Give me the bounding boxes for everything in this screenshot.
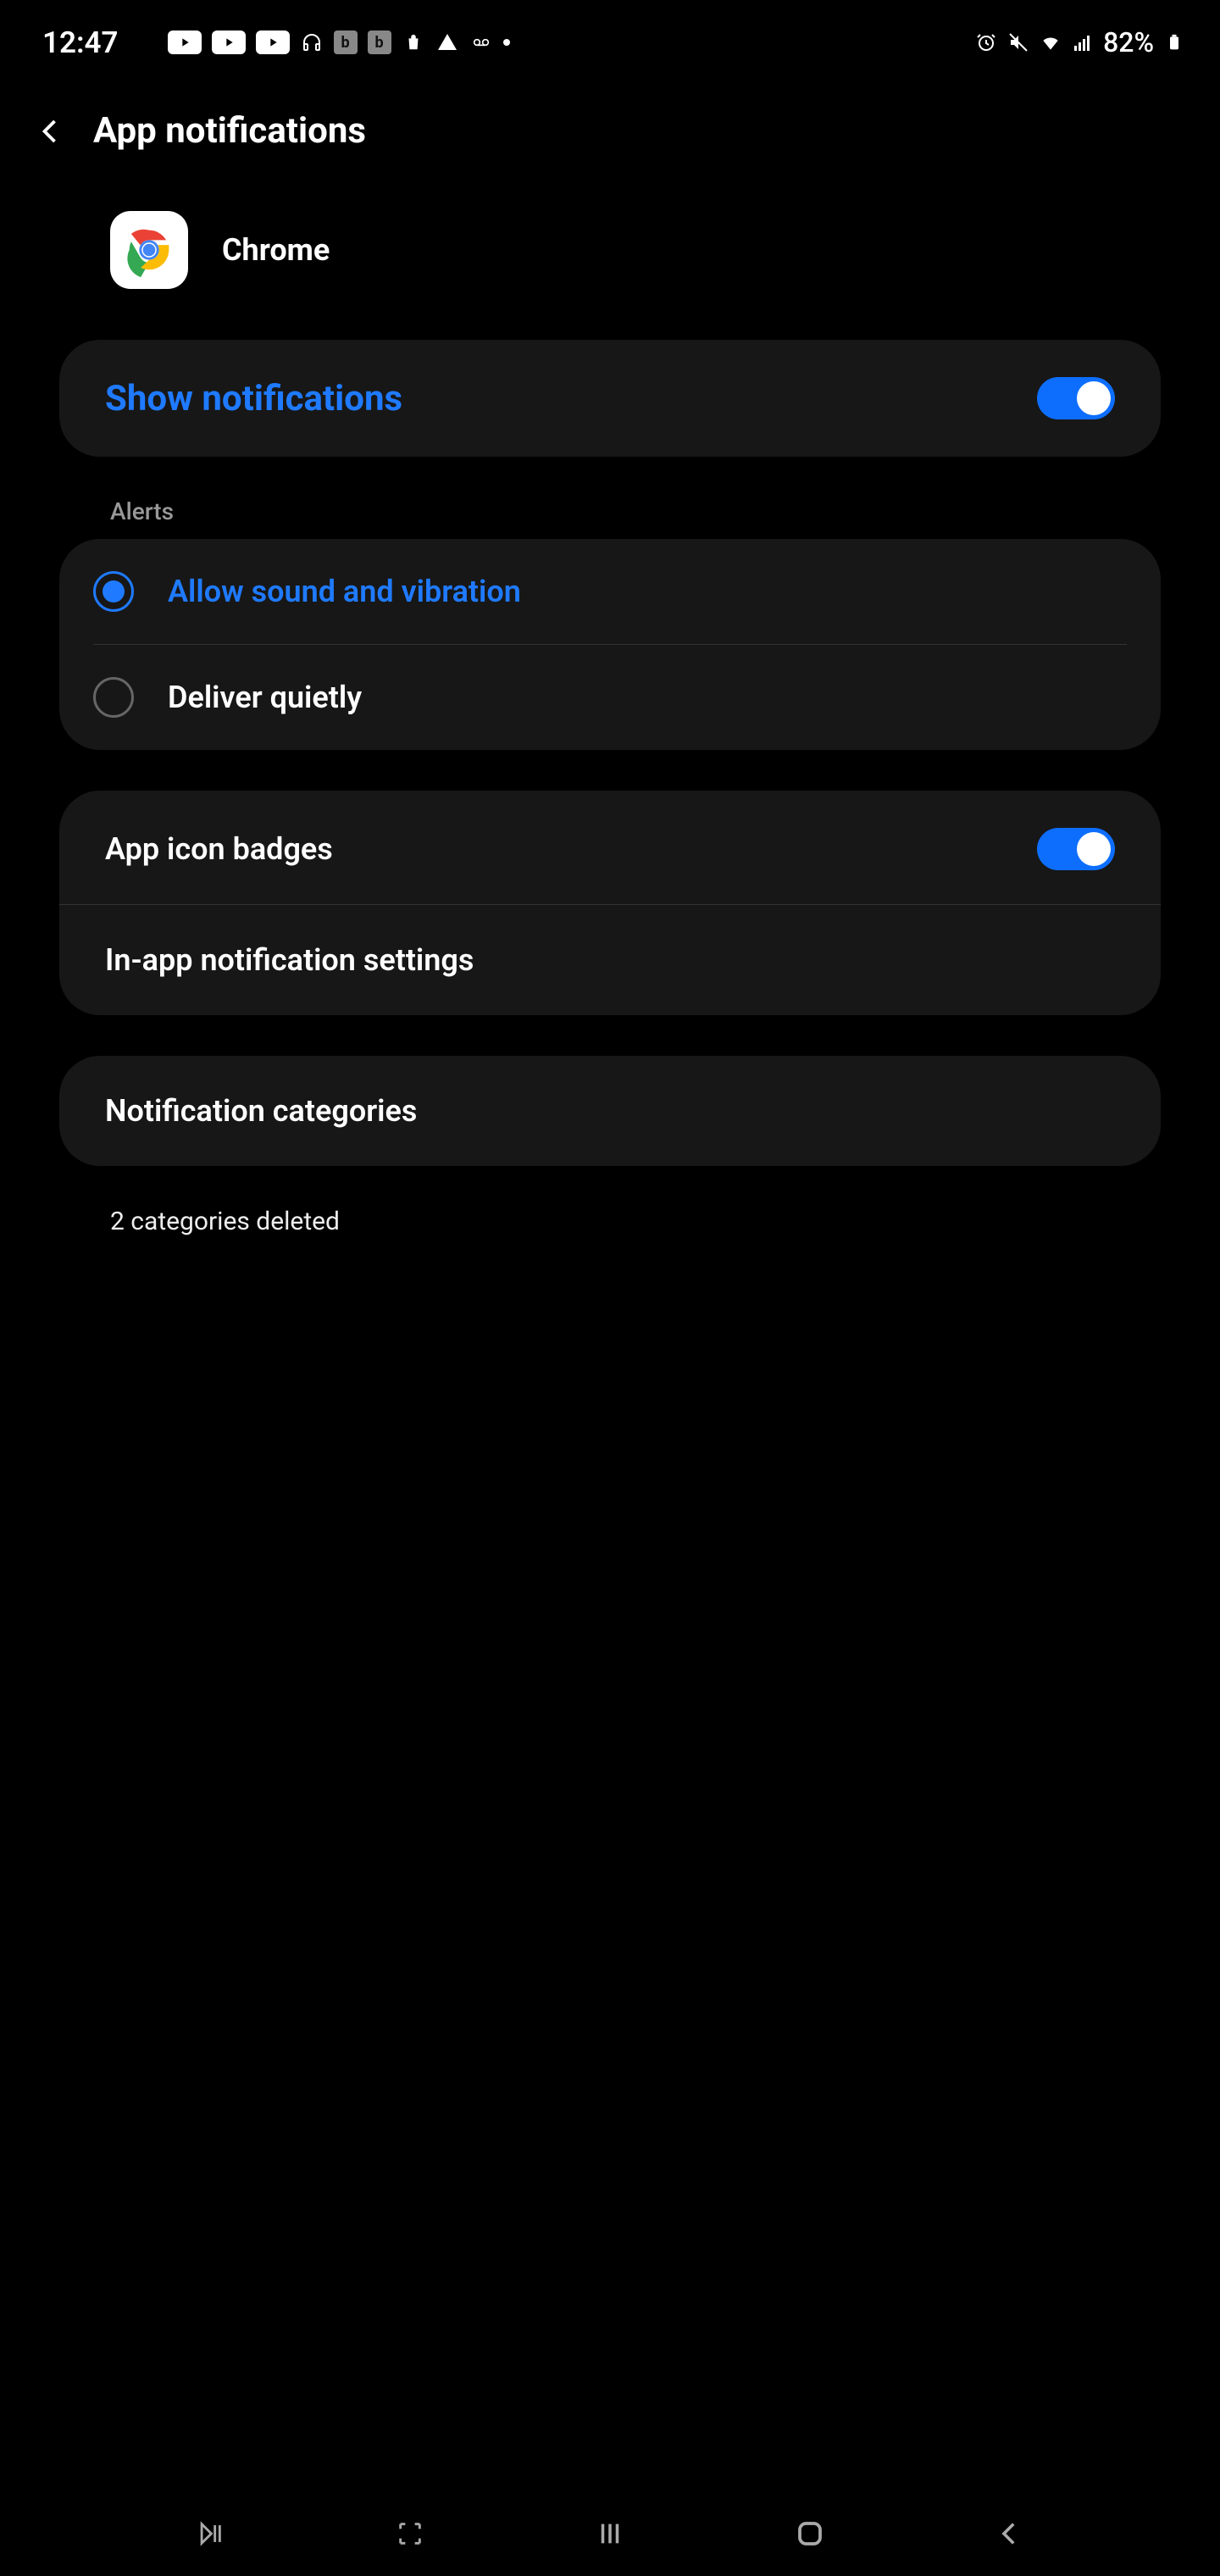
chrome-icon — [110, 211, 188, 289]
show-notifications-row[interactable]: Show notifications — [59, 340, 1161, 457]
nav-back-button[interactable] — [984, 2508, 1035, 2559]
warning-icon — [435, 31, 459, 54]
show-notifications-toggle[interactable] — [1037, 377, 1115, 419]
badges-card: App icon badges In-app notification sett… — [59, 791, 1161, 1015]
more-dot-icon — [503, 39, 510, 46]
youtube-icon — [168, 31, 202, 54]
categories-label: Notification categories — [105, 1093, 417, 1129]
show-notifications-label: Show notifications — [105, 378, 402, 419]
alert-sound-label: Allow sound and vibration — [168, 574, 521, 609]
home-button[interactable] — [785, 2508, 835, 2559]
badges-row[interactable]: App icon badges — [59, 791, 1161, 905]
youtube-icon — [212, 31, 246, 54]
status-right: 82% — [974, 26, 1186, 58]
headphones-icon — [300, 31, 324, 54]
categories-card: Notification categories — [59, 1056, 1161, 1166]
media-button[interactable] — [185, 2508, 236, 2559]
badges-toggle[interactable] — [1037, 828, 1115, 870]
signal-icon — [1071, 31, 1095, 54]
bag-icon — [402, 31, 425, 54]
voicemail-icon — [469, 31, 493, 54]
radio-selected-icon — [93, 571, 134, 612]
youtube-icon — [256, 31, 290, 54]
alerts-card: Allow sound and vibration Deliver quietl… — [59, 539, 1161, 750]
snowflake-icon — [134, 31, 158, 54]
page-title: App notifications — [93, 110, 366, 152]
mute-icon — [1006, 31, 1030, 54]
radio-unselected-icon — [93, 677, 134, 718]
show-notifications-card: Show notifications — [59, 340, 1161, 457]
wifi-icon — [1039, 31, 1062, 54]
navigation-bar — [0, 2491, 1220, 2576]
alerts-section-label: Alerts — [110, 497, 1220, 525]
app-name: Chrome — [222, 232, 330, 268]
title-bar: App notifications — [0, 76, 1220, 186]
alert-sound-row[interactable]: Allow sound and vibration — [93, 539, 1127, 645]
clock: 12:47 — [42, 25, 119, 60]
battery-text: 82% — [1103, 26, 1154, 58]
app-header: Chrome — [0, 186, 1220, 340]
app-b-icon: b — [334, 31, 358, 54]
app-b-icon: b — [368, 31, 391, 54]
alert-quiet-row[interactable]: Deliver quietly — [59, 645, 1161, 750]
recents-button[interactable] — [585, 2508, 635, 2559]
alert-quiet-label: Deliver quietly — [168, 680, 362, 715]
categories-row[interactable]: Notification categories — [59, 1056, 1161, 1166]
in-app-label: In-app notification settings — [105, 942, 474, 978]
scan-button[interactable] — [385, 2508, 435, 2559]
deleted-categories-note: 2 categories deleted — [110, 1207, 1220, 1236]
badges-label: App icon badges — [105, 831, 333, 867]
status-left: 12:47 b b — [42, 25, 510, 60]
battery-icon — [1162, 31, 1186, 54]
in-app-row[interactable]: In-app notification settings — [59, 905, 1161, 1015]
alarm-icon — [974, 31, 998, 54]
status-bar: 12:47 b b — [0, 0, 1220, 76]
back-button[interactable] — [34, 114, 68, 148]
